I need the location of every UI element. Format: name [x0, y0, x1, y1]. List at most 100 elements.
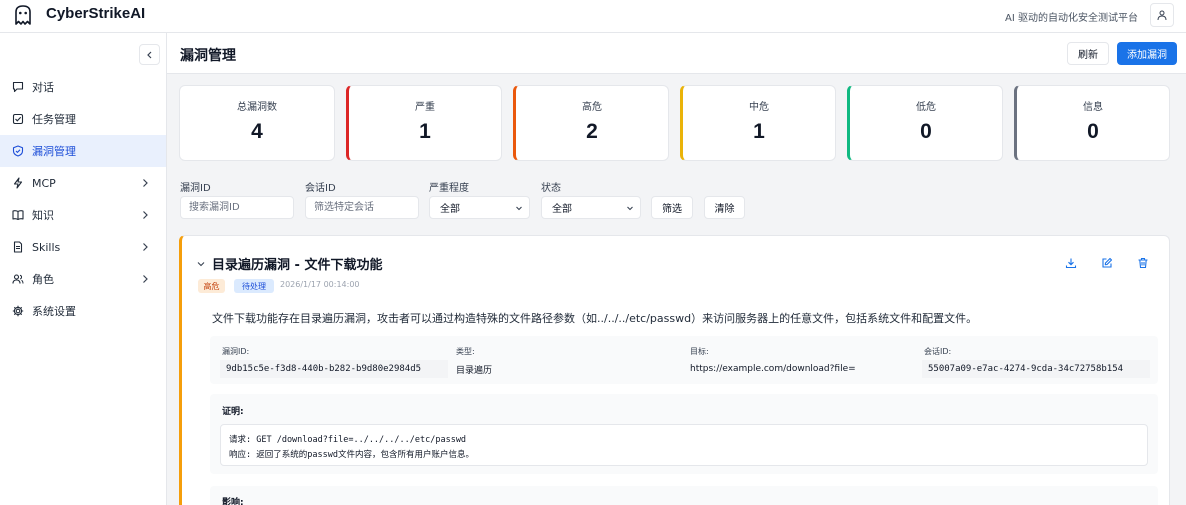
clear-button[interactable]: 清除 — [704, 196, 745, 219]
sidebar-item-label: 漏洞管理 — [32, 145, 76, 158]
status-filter-label: 状态 — [541, 183, 561, 194]
stat-value: 0 — [1087, 120, 1099, 143]
sidebar-item-settings[interactable]: 系统设置 — [0, 295, 166, 327]
session-id-filter-input[interactable] — [305, 196, 419, 219]
sidebar-item-label: 任务管理 — [32, 113, 76, 126]
meta-target-value: https://example.com/download?file= — [690, 364, 856, 374]
status-select-value: 全部 — [552, 204, 572, 215]
stat-card-total: 总漏洞数 4 — [179, 85, 335, 161]
vulnerability-description: 文件下载功能存在目录遍历漏洞，攻击者可以通过构造特殊的文件路径参数（如../..… — [212, 312, 978, 325]
page-title: 漏洞管理 — [180, 48, 236, 64]
sidebar-item-label: 对话 — [32, 81, 54, 94]
stat-card-info: 信息 0 — [1014, 85, 1170, 161]
sidebar-item-knowledge[interactable]: 知识 — [0, 199, 166, 231]
add-vulnerability-button[interactable]: 添加漏洞 — [1117, 42, 1177, 65]
status-select[interactable]: 全部 — [541, 196, 641, 219]
stat-value: 2 — [586, 120, 598, 143]
stat-label: 低危 — [916, 102, 936, 113]
proof-box: 请求: GET /download?file=../../../../etc/p… — [220, 424, 1148, 466]
stat-value: 4 — [251, 120, 263, 143]
sidebar-item-roles[interactable]: 角色 — [0, 263, 166, 295]
chevron-down-icon[interactable] — [196, 259, 206, 269]
sidebar-item-label: Skills — [32, 240, 61, 254]
download-icon[interactable] — [1064, 256, 1078, 270]
book-icon — [11, 208, 25, 222]
sidebar-item-chat[interactable]: 对话 — [0, 71, 166, 103]
filter-button[interactable]: 筛选 — [651, 196, 693, 219]
sidebar-item-skills[interactable]: Skills — [0, 231, 166, 263]
chevron-left-icon — [146, 51, 151, 58]
chevron-down-icon — [627, 206, 633, 211]
user-icon — [1157, 10, 1167, 21]
meta-session-label: 会话ID: — [924, 347, 952, 356]
sidebar-item-label: 系统设置 — [32, 305, 76, 318]
vuln-id-search-input[interactable] — [180, 196, 294, 219]
sidebar: 对话 任务管理 漏洞管理 MCP 知识 Skills 角色 系统设置 — [0, 33, 167, 505]
trash-icon[interactable] — [1136, 256, 1150, 270]
vuln-id-filter-label: 漏洞ID — [180, 183, 211, 194]
sidebar-item-vulnerabilities[interactable]: 漏洞管理 — [0, 135, 166, 167]
sidebar-item-mcp[interactable]: MCP — [0, 167, 166, 199]
checkbox-icon — [11, 112, 25, 126]
stat-value: 0 — [920, 120, 932, 143]
stat-value: 1 — [419, 120, 431, 143]
shield-icon — [11, 144, 25, 158]
vulnerability-card: 目录遍历漏洞 - 文件下载功能 高危 待处理 2026/1/17 00:14:0… — [179, 235, 1170, 505]
vulnerability-title: 目录遍历漏洞 - 文件下载功能 — [212, 258, 383, 273]
sidebar-item-label: 知识 — [32, 209, 54, 222]
severity-select[interactable]: 全部 — [429, 196, 530, 219]
app-title: CyberStrikeAI — [46, 5, 146, 22]
chevron-right-icon — [143, 179, 148, 187]
lightning-icon — [11, 176, 25, 190]
sidebar-item-label: MCP — [32, 176, 56, 190]
stat-label: 总漏洞数 — [237, 102, 277, 113]
proof-response: 响应: 返回了系统的passwd文件内容，包含所有用户账户信息。 — [229, 450, 474, 460]
page-header: 漏洞管理 刷新 添加漏洞 — [167, 33, 1186, 74]
sidebar-item-label: 角色 — [32, 273, 54, 286]
edit-icon[interactable] — [1100, 256, 1114, 270]
chat-icon — [11, 80, 25, 94]
vulnerability-timestamp: 2026/1/17 00:14:00 — [280, 280, 360, 289]
meta-session-value: 55007a09-e7ac-4274-9cda-34c72758b154 — [922, 360, 1150, 378]
severity-filter-label: 严重程度 — [429, 183, 469, 194]
stat-value: 1 — [753, 120, 765, 143]
stat-label: 信息 — [1083, 102, 1103, 113]
chevron-right-icon — [143, 275, 148, 283]
stat-card-high: 高危 2 — [513, 85, 669, 161]
stat-card-critical: 严重 1 — [346, 85, 502, 161]
severity-badge: 高危 — [198, 279, 225, 293]
meta-type-value: 目录遍历 — [456, 365, 493, 376]
logo-icon — [12, 4, 34, 26]
document-icon — [11, 240, 25, 254]
users-icon — [11, 272, 25, 286]
proof-label: 证明: — [222, 407, 244, 417]
meta-type-label: 类型: — [456, 347, 475, 356]
gear-icon — [11, 304, 25, 318]
stat-label: 高危 — [582, 102, 602, 113]
collapse-sidebar-button[interactable] — [139, 44, 160, 65]
proof-section: 证明: 请求: GET /download?file=../../../../e… — [210, 394, 1158, 474]
app-tagline: AI 驱动的自动化安全测试平台 — [1005, 13, 1138, 24]
meta-id-value: 9db15c5e-f3d8-440b-b282-b9d80e2984d5 — [220, 360, 448, 378]
meta-id-label: 漏洞ID: — [222, 347, 250, 356]
impact-label: 影响: — [222, 498, 244, 505]
chevron-right-icon — [143, 243, 148, 251]
refresh-button[interactable]: 刷新 — [1067, 42, 1109, 65]
stat-label: 中危 — [749, 102, 769, 113]
stat-card-low: 低危 0 — [847, 85, 1003, 161]
proof-request: 请求: GET /download?file=../../../../etc/p… — [229, 435, 467, 445]
stat-card-medium: 中危 1 — [680, 85, 836, 161]
vulnerability-meta: 漏洞ID: 9db15c5e-f3d8-440b-b282-b9d80e2984… — [210, 336, 1158, 384]
sidebar-item-tasks[interactable]: 任务管理 — [0, 103, 166, 135]
severity-select-value: 全部 — [440, 204, 460, 215]
meta-target-label: 目标: — [690, 347, 709, 356]
sidebar-nav: 对话 任务管理 漏洞管理 MCP 知识 Skills 角色 系统设置 — [0, 71, 166, 327]
main-content: 漏洞管理 刷新 添加漏洞 总漏洞数 4 严重 1 高危 2 中危 1 低危 0 … — [167, 33, 1186, 505]
chevron-down-icon — [516, 206, 522, 211]
chevron-right-icon — [143, 211, 148, 219]
status-badge: 待处理 — [234, 279, 274, 293]
session-id-filter-label: 会话ID — [305, 183, 336, 194]
top-bar: CyberStrikeAI AI 驱动的自动化安全测试平台 — [0, 0, 1186, 33]
user-menu-button[interactable] — [1150, 3, 1174, 27]
stat-label: 严重 — [415, 102, 435, 113]
